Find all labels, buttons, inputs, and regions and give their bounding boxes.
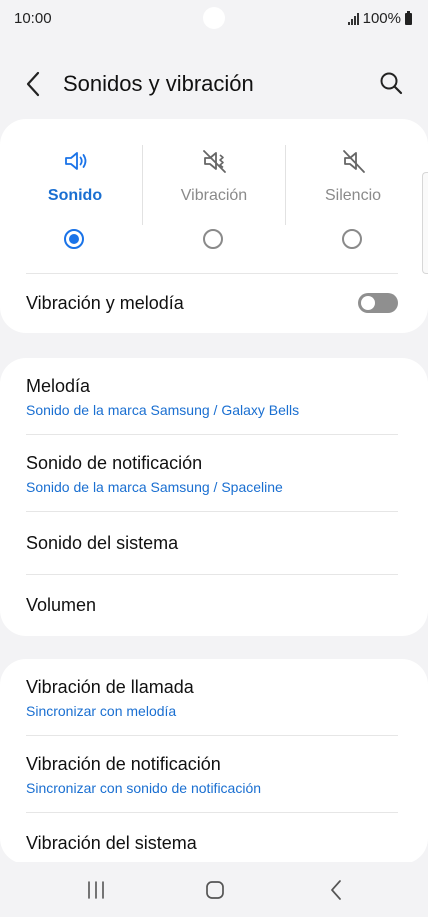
back-button[interactable]: [22, 70, 46, 98]
sound-mode-selector: Sonido Vibración Silencio: [0, 119, 428, 269]
speaker-icon: [65, 152, 87, 170]
vibrate-icon: [203, 150, 226, 173]
list-item-title: Melodía: [26, 376, 91, 396]
mode-vibrate[interactable]: Vibración: [143, 119, 285, 269]
sound-settings-card: Melodía Sonido de la marca Samsung / Gal…: [0, 358, 428, 636]
list-item-title: Vibración de notificación: [26, 754, 221, 774]
list-item-ringtone[interactable]: Melodía Sonido de la marca Samsung / Gal…: [26, 376, 402, 418]
list-item-subtitle: Sincronizar con melodía: [26, 703, 177, 719]
status-icons: 100%: [347, 10, 412, 27]
list-item-title: Volumen: [26, 595, 97, 615]
home-button[interactable]: [195, 874, 235, 906]
mute-icon: [343, 150, 365, 173]
front-camera: [203, 7, 225, 29]
battery-percent: 100%: [362, 10, 401, 27]
divider: [26, 735, 398, 736]
back-icon: [331, 880, 341, 900]
recents-icon: [88, 881, 104, 899]
status-time: 10:00: [14, 10, 52, 27]
divider: [26, 574, 398, 575]
list-item-subtitle: Sonido de la marca Samsung / Spaceline: [26, 479, 283, 495]
scrollbar[interactable]: [422, 172, 428, 274]
chevron-left-icon: [26, 71, 40, 97]
status-bar: 10:00 100%: [0, 0, 428, 38]
mode-mute[interactable]: Silencio: [282, 119, 424, 269]
mode-mute-radio[interactable]: [342, 229, 362, 249]
list-item-subtitle: Sonido de la marca Samsung / Galaxy Bell…: [26, 402, 300, 418]
home-icon: [206, 881, 224, 899]
battery-icon: [405, 10, 412, 25]
list-item-title: Vibración del sistema: [26, 833, 197, 853]
list-item-call-vibration[interactable]: Vibración de llamada Sincronizar con mel…: [26, 677, 402, 719]
divider: [26, 511, 398, 512]
divider: [26, 273, 398, 274]
mode-vibrate-label: Vibración: [180, 187, 248, 204]
recents-button[interactable]: [76, 874, 116, 906]
list-item-system-sound[interactable]: Sonido del sistema: [26, 533, 402, 554]
mode-sound-label: Sonido: [47, 187, 103, 204]
page-title: Sonidos y vibración: [63, 71, 254, 96]
mode-vibrate-radio[interactable]: [203, 229, 223, 249]
nav-back-button[interactable]: [316, 874, 356, 906]
list-item-subtitle: Sincronizar con sonido de notificación: [26, 780, 262, 796]
list-item-notification-sound[interactable]: Sonido de notificación Sonido de la marc…: [26, 453, 402, 495]
mode-mute-label: Silencio: [324, 187, 382, 204]
list-item-title: Sonido de notificación: [26, 453, 203, 473]
list-item-notification-vibration[interactable]: Vibración de notificación Sincronizar co…: [26, 754, 402, 796]
divider: [26, 812, 398, 813]
list-item-volume[interactable]: Volumen: [26, 595, 402, 616]
list-item-title: Vibración de llamada: [26, 677, 194, 697]
sound-mode-card: Sonido Vibración Silencio Vibración y me…: [0, 119, 428, 333]
navigation-bar: [0, 862, 428, 917]
mode-sound-radio[interactable]: [64, 229, 84, 249]
search-icon: [380, 72, 403, 95]
signal-icon: [347, 12, 359, 25]
vibration-settings-card: Vibración de llamada Sincronizar con mel…: [0, 659, 428, 864]
vibrate-while-ringing-toggle[interactable]: [358, 293, 398, 313]
list-item-system-vibration[interactable]: Vibración del sistema: [26, 833, 402, 854]
mode-sound[interactable]: Sonido: [4, 119, 146, 269]
app-bar: Sonidos y vibración: [0, 56, 428, 112]
search-button[interactable]: [378, 70, 404, 96]
vibrate-while-ringing-row[interactable]: Vibración y melodía: [26, 293, 402, 314]
list-item-title: Sonido del sistema: [26, 533, 179, 553]
divider: [26, 434, 398, 435]
vibrate-while-ringing-label: Vibración y melodía: [26, 293, 184, 313]
